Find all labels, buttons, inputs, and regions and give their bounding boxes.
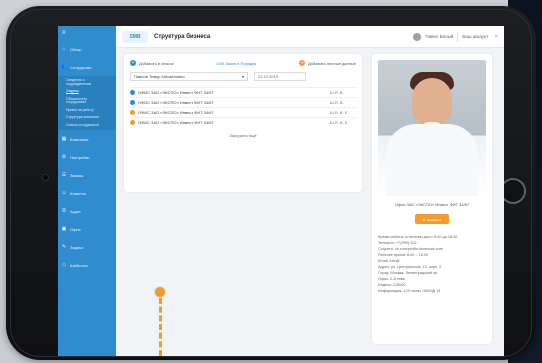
sidebar-subitem[interactable]: Обязанности сотрудников [58, 96, 116, 107]
list-item-indicators: Ш.Я. В. Е. [330, 120, 349, 125]
sidebar-subitem-active[interactable]: Отделы [58, 88, 116, 96]
add-button[interactable]: + Добавить в список [130, 60, 173, 66]
sidebar-item-label: Сотрудники [70, 64, 92, 70]
link-label: ОЗК Закон и Порядок [216, 60, 257, 66]
list-item[interactable]: ОФИС ЗАО «ЭКСПО» Инвест ФИТ 34/67 Ш.Я. В… [130, 87, 356, 97]
users-icon: 👥 [61, 64, 68, 70]
clipboard-icon: ✎ [61, 244, 67, 250]
profile-photo [378, 60, 486, 196]
close-icon[interactable]: × [494, 34, 498, 40]
profile-action-button[interactable]: В процесс [415, 214, 449, 224]
sidebar-item-label: Настройки [70, 154, 90, 160]
profile-details: Время работы: в течении дня с 8:00 до 18… [378, 234, 486, 294]
page-title: Структура бизнеса [154, 33, 211, 40]
tablet-device: ≡ ⌂ Обзор 👥 Сотрудники Сведения о подраз… [6, 6, 536, 360]
sidebar-item-office[interactable]: ▣ Офис [58, 220, 116, 238]
app-header: SMB Структура бизнеса Павел Белый Ваш ак… [116, 26, 504, 48]
sidebar-item-employees[interactable]: 👥 Сотрудники [58, 58, 116, 76]
user-role[interactable]: Ваш аккаунт [462, 34, 488, 39]
user-icon: ☺ [61, 190, 67, 196]
sidebar-item-label: Клиенты [70, 190, 87, 196]
sidebar-item-label: Шаблоны [70, 262, 88, 268]
plus-icon: + [130, 60, 136, 66]
add-button-label: Добавить в список [139, 60, 174, 66]
template-icon: ◇ [62, 262, 66, 268]
profile-line: Информация: 125 тысяч ОКВЭД 14 [378, 289, 441, 293]
sidebar-item-label: Аудит [70, 208, 81, 214]
user-name[interactable]: Павел Белый [425, 34, 453, 39]
profile-panel: Офис ЗАО «ЭКСПО» Инвест ФИТ 34/67 В проц… [372, 54, 492, 344]
gear-icon: ⚙ [61, 154, 67, 160]
home-icon: ⌂ [62, 46, 66, 52]
profile-photo-face [412, 78, 452, 126]
pointer-dashed-line [159, 298, 162, 356]
tablet-screen: ≡ ⌂ Обзор 👥 Сотрудники Сведения о подраз… [58, 26, 504, 356]
status-dot-icon [130, 100, 135, 105]
date-value: 23.10.2019 [258, 74, 279, 79]
sidebar-item-label: Офис [70, 226, 81, 232]
sidebar-item-templates[interactable]: ◇ Шаблоны [58, 256, 116, 274]
profile-photo-shirt [386, 124, 478, 196]
list-item-indicators: Ш.Я. В. [330, 90, 344, 95]
list-item-name: ОФИС ЗАО «ЭКСПО» Инвест ФИТ 34/67 [138, 110, 214, 115]
list-item[interactable]: ОФИС ЗАО «ЭКСПО» Инвест ФИТ 34/67 Ш.Я. В… [130, 97, 356, 107]
filters-row: Павлов Тимур Михайлович ▾ 23.10.2019 [130, 72, 356, 81]
pointer-dot [155, 287, 165, 297]
sidebar-item-companies[interactable]: ▦ Компании [58, 130, 116, 148]
link-button[interactable]: ОЗК Закон и Порядок [216, 61, 256, 66]
sidebar-subitem[interactable]: Прием на работу [58, 107, 116, 115]
list-item[interactable]: ОФИС ЗАО «ЭКСПО» Инвест ФИТ 34/67 Ш.Я. В… [130, 117, 356, 127]
add-personal-label: Добавить личные данные [308, 60, 356, 66]
sidebar-subitem[interactable]: Список сотрудников [58, 122, 116, 130]
list-item-indicators: Ш.Я. В. [330, 100, 344, 105]
avatar[interactable] [413, 32, 422, 41]
camera-icon [42, 174, 49, 181]
shield-icon: ⛨ [62, 208, 66, 214]
date-field[interactable]: 23.10.2019 [254, 72, 306, 81]
sidebar-item-tasks[interactable]: ✎ Задачи [58, 238, 116, 256]
chevron-down-icon: ▾ [241, 74, 244, 79]
list-item-name: ОФИС ЗАО «ЭКСПО» Инвест ФИТ 34/67 [138, 120, 214, 125]
items-list: ОФИС ЗАО «ЭКСПО» Инвест ФИТ 34/67 Ш.Я. В… [130, 87, 356, 127]
sidebar-subitem[interactable]: Сведения о подразделении [58, 77, 116, 88]
status-dot-icon [130, 120, 135, 125]
sidebar-item-overview[interactable]: ⌂ Обзор [58, 40, 116, 58]
plus-icon-orange: + [299, 60, 306, 66]
list-item-name: ОФИС ЗАО «ЭКСПО» Инвест ФИТ 34/67 [138, 100, 214, 105]
list-icon: ☰ [61, 172, 67, 178]
sidebar-subitem[interactable]: Структура компании [58, 114, 116, 122]
sidebar-item-settings[interactable]: ⚙ Настройки [58, 148, 116, 166]
sidebar-item-label: Обзор [70, 46, 82, 52]
employee-select-value: Павлов Тимур Михайлович [134, 74, 185, 79]
list-item[interactable]: ОФИС ЗАО «ЭКСПО» Инвест ФИТ 34/67 Ш.Я. В… [130, 107, 356, 117]
sidebar-item-audit[interactable]: ⛨ Аудит [58, 202, 116, 220]
list-item-name: ОФИС ЗАО «ЭКСПО» Инвест ФИТ 34/67 [138, 90, 214, 95]
list-item-indicators: Ш.Я. В. Е. [330, 110, 349, 115]
load-more-link[interactable]: Загрузить ещё [130, 133, 356, 138]
status-dot-icon [130, 110, 135, 115]
app-logo: SMB [122, 30, 148, 43]
sidebar-submenu: Сведения о подразделении Отделы Обязанно… [58, 76, 116, 130]
header-divider [457, 31, 459, 42]
building-icon: ▦ [61, 136, 67, 142]
sidebar-item-label: Компании [70, 136, 89, 142]
sidebar-item-label: Задачи [70, 244, 84, 250]
header-user: Павел Белый Ваш аккаунт × [413, 31, 498, 42]
sidebar-item-label: Заказы [70, 172, 84, 178]
action-row: + Добавить в список ОЗК Закон и Порядок … [130, 60, 356, 66]
sidebar-item-clients[interactable]: ☺ Клиенты [58, 184, 116, 202]
status-dot-icon [130, 90, 135, 95]
sidebar-item-orders[interactable]: ☰ Заказы [58, 166, 116, 184]
add-personal-button[interactable]: + Добавить личные данные [299, 60, 356, 66]
employee-select[interactable]: Павлов Тимур Михайлович ▾ [130, 72, 248, 81]
menu-icon[interactable]: ≡ [58, 26, 116, 40]
office-icon: ▣ [61, 226, 67, 232]
main-card: + Добавить в список ОЗК Закон и Порядок … [124, 54, 362, 192]
profile-caption: Офис ЗАО «ЭКСПО» Инвест ФИТ 34/67 [394, 202, 470, 207]
sidebar: ≡ ⌂ Обзор 👥 Сотрудники Сведения о подраз… [58, 26, 116, 356]
